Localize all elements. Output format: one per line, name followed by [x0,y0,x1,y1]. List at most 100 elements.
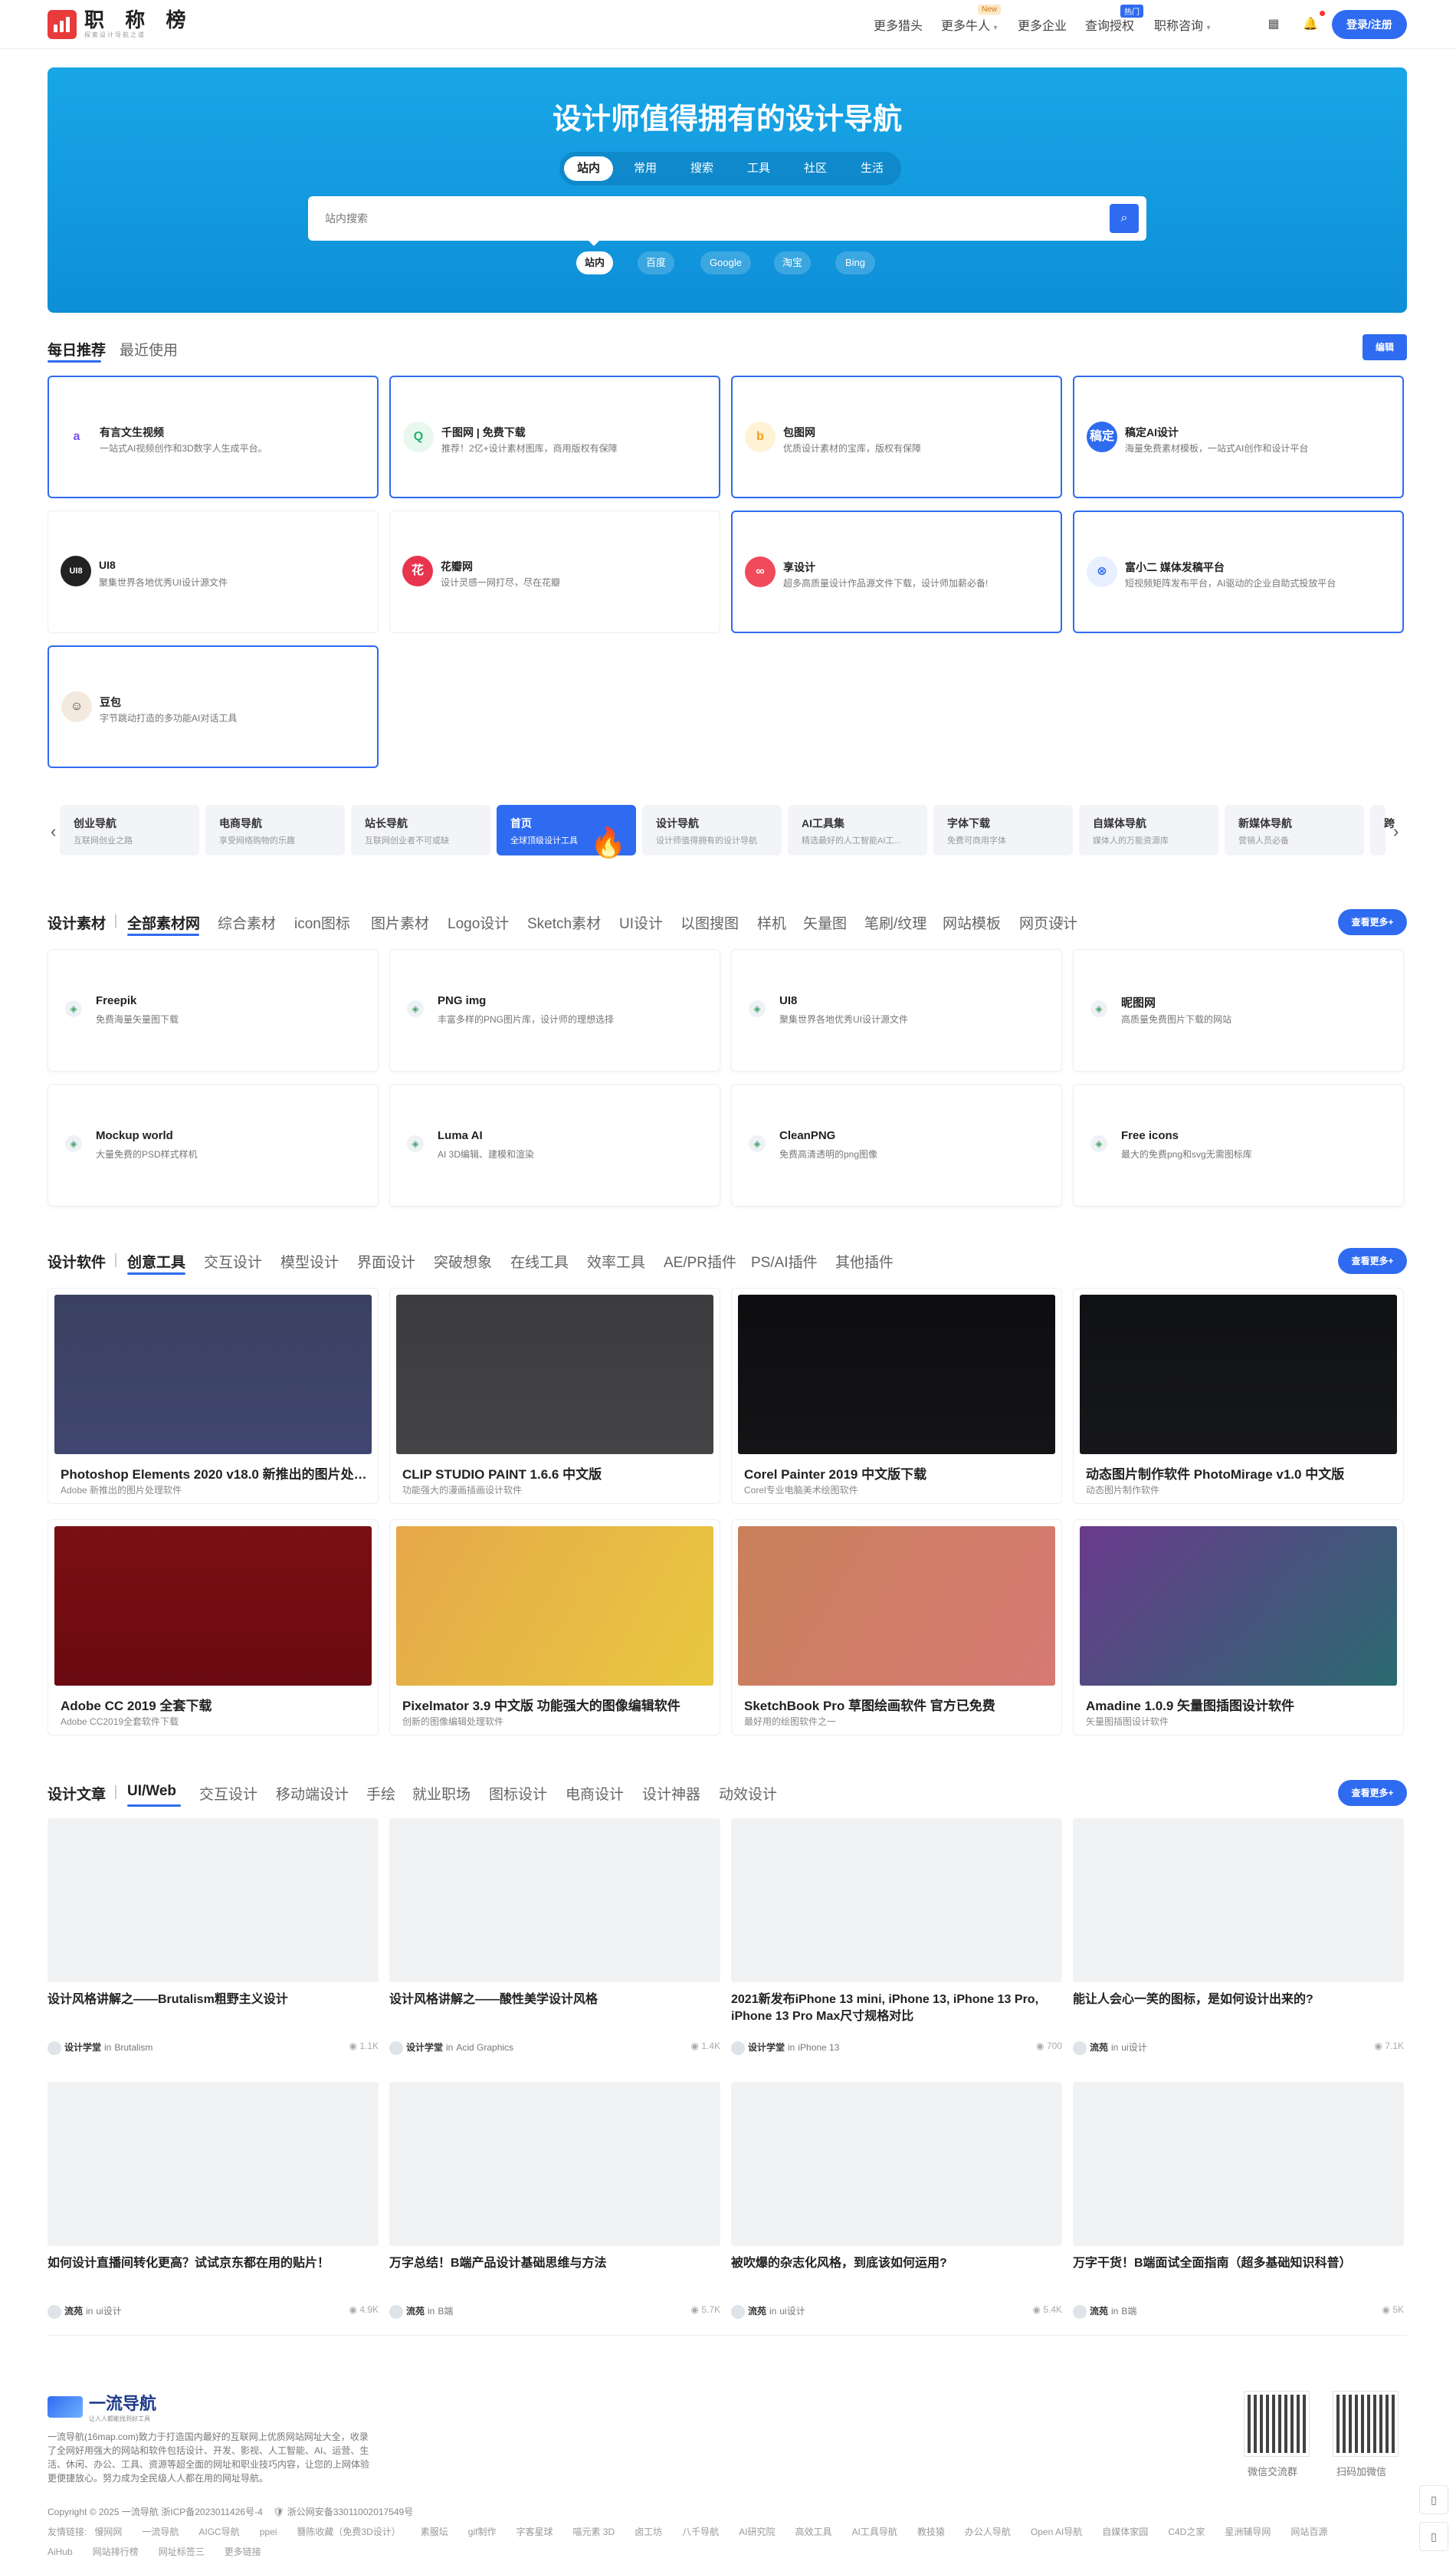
article-author[interactable]: 流苑 [64,2306,83,2317]
nav-more-talents[interactable]: 更多牛人 ▾ [941,15,998,34]
section-tab[interactable]: 就业职场 [412,1783,471,1804]
article-category[interactable]: ui设计 [96,2306,121,2317]
nav-strip-item[interactable]: 字体下载 免费可商用字体 [933,805,1073,855]
article-card[interactable]: 如何设计直播间转化更高？试试京东都在用的贴片！ 流苑 in ui设计 ◉ 4.9K [48,2082,379,2320]
friend-link[interactable]: 网址标签三 [159,2542,205,2562]
section-tab[interactable]: 综合素材 [218,912,276,933]
section-tab[interactable]: 移动端设计 [276,1783,349,1804]
section-tab[interactable]: Logo设计 [448,912,509,933]
friend-link[interactable]: AI研究院 [739,2522,775,2542]
section-tab[interactable]: 图标设计 [489,1783,547,1804]
friend-link[interactable]: AIGC导航 [198,2522,239,2542]
article-card[interactable]: 万字总结！B端产品设计基础思维与方法 流苑 in B端 ◉ 5.7K [389,2082,720,2320]
section-tab[interactable]: 设计神器 [642,1783,700,1804]
section-tab[interactable]: 矢量图 [803,912,847,933]
material-card[interactable]: ◈ Free icons 最大的免费png和svg无需图标库 [1073,1084,1404,1207]
nav-strip-item[interactable]: 创业导航 互联网创业之路 [60,805,199,855]
article-author[interactable]: 设计学堂 [64,2042,101,2053]
nav-title-consult[interactable]: 职称咨询 ▾ [1154,15,1211,34]
tab-daily-recommend[interactable]: 每日推荐 [48,339,106,360]
section-tab[interactable]: 在线工具 [510,1251,569,1272]
recommend-card[interactable]: 花花瓣网 设计灵感一网打尽，尽在花瓣 [389,511,720,633]
search-button[interactable]: ⌕ [1110,204,1139,233]
nav-strip-item[interactable]: 跨 [1370,805,1395,855]
section-tab[interactable]: 交互设计 [199,1783,257,1804]
section-tab[interactable]: 笔刷/纹理 [864,912,926,933]
friend-link[interactable]: 一流导航 [142,2522,179,2542]
articles-more-button[interactable]: 查看更多+ [1338,1780,1407,1806]
article-author[interactable]: 流苑 [1090,2306,1108,2317]
tab-search[interactable]: 搜索 [677,156,726,181]
engine-bing[interactable]: Bing [835,251,875,274]
nav-strip-item[interactable]: AI工具集 精选最好的人工智能AI工... [788,805,927,855]
material-card[interactable]: ◈ Luma AI AI 3D编辑、建模和渲染 [389,1084,720,1207]
tab-life[interactable]: 生活 [848,156,897,181]
friend-link[interactable]: 簪陈收藏（免费3D设计） [297,2522,400,2542]
article-card[interactable]: 万字干货！B端面试全面指南（超多基础知识科普） 流苑 in B端 ◉ 5K [1073,2082,1404,2320]
software-card[interactable]: CLIP STUDIO PAINT 1.6.6 中文版 功能强大的漫画插画设计软件 [389,1288,720,1504]
friend-link[interactable]: 自媒体家园 [1102,2522,1148,2542]
section-tab[interactable]: 动效设计 [719,1783,777,1804]
section-tab[interactable]: 其他插件 [835,1251,894,1272]
friend-link[interactable]: 星洲辅导网 [1225,2522,1271,2542]
nav-strip-item[interactable]: 站长导航 互联网创业者不可或缺 [351,805,490,855]
article-author[interactable]: 流苑 [748,2306,766,2317]
recommend-card[interactable]: ⊗ 富小二 媒体发稿平台 短视频矩阵发布平台，AI驱动的企业自助式投放平台 [1073,511,1404,633]
nav-query-auth[interactable]: 查询授权 [1085,15,1134,34]
section-tab[interactable]: icon图标 [294,912,350,933]
feedback-icon[interactable]: ▯ [1419,2485,1448,2514]
software-card[interactable]: Amadine 1.0.9 矢量图插图设计软件 矢量图插图设计软件 [1073,1519,1404,1735]
nav-strip-item[interactable]: 自媒体导航 媒体人的万能资源库 [1079,805,1218,855]
tab-tools[interactable]: 工具 [734,156,783,181]
engine-site[interactable]: 站内 [576,251,613,274]
friend-link[interactable]: 卤工坊 [635,2522,662,2542]
article-author[interactable]: 设计学堂 [406,2042,443,2053]
section-tab[interactable]: 图片素材 [371,912,429,933]
friend-link[interactable]: AiHub [48,2542,73,2562]
section-tab[interactable]: AE/PR插件 [664,1251,736,1272]
software-card[interactable]: Corel Painter 2019 中文版下载 Corel专业电脑美术绘图软件 [731,1288,1062,1504]
friend-link[interactable]: 更多链接 [225,2542,261,2562]
friend-link[interactable]: 网站百源 [1290,2522,1327,2542]
article-card[interactable]: 被吹爆的杂志化风格，到底该如何运用? 流苑 in ui设计 ◉ 5.4K [731,2082,1062,2320]
article-card[interactable]: 能让人会心一笑的图标，是如何设计出来的? 流苑 in ui设计 ◉ 7.1K [1073,1818,1404,2056]
article-category[interactable]: iPhone 13 [798,2042,839,2053]
police-record[interactable]: 浙公网安备33011002017549号 [287,2507,414,2517]
article-author[interactable]: 流苑 [406,2306,425,2317]
article-author[interactable]: 设计学堂 [748,2042,785,2053]
article-category[interactable]: Acid Graphics [456,2042,513,2053]
footer-logo[interactable]: 一流导航 让人人都能找到好工具 [48,2390,156,2423]
section-tab[interactable]: 电商设计 [566,1783,624,1804]
material-card[interactable]: ◈ Freepik 免费海量矢量图下载 [48,949,379,1072]
grid-apps-icon[interactable]: ▦ [1266,17,1281,32]
friend-link[interactable]: 素服坛 [421,2522,448,2542]
recommend-card[interactable]: a 有言文生视频 一站式AI视频创作和3D数字人生成平台。 [48,376,379,498]
software-card[interactable]: 动态图片制作软件 PhotoMirage v1.0 中文版 动态图片制作软件 [1073,1288,1404,1504]
article-card[interactable]: 设计风格讲解之——Brutalism粗野主义设计 设计学堂 in Brutalism ◉… [48,1818,379,2056]
recommend-card[interactable]: ∞ 享设计 超多高质量设计作品源文件下载，设计师加薪必备! [731,511,1062,633]
recommend-card[interactable]: ☺ 豆包 字节跳动打造的多功能AI对话工具 [48,645,379,768]
section-tab[interactable]: 交互设计 [204,1251,262,1272]
section-tab[interactable]: UI/Web [127,1783,176,1800]
software-card[interactable]: Adobe CC 2019 全套下载 Adobe CC2019全套软件下载 [48,1519,379,1735]
software-card[interactable]: Pixelmator 3.9 中文版 功能强大的图像编辑软件 创新的图像编辑处理软… [389,1519,720,1735]
engine-baidu[interactable]: 百度 [638,251,674,274]
friend-link[interactable]: C4D之家 [1168,2522,1205,2542]
section-tab[interactable]: 全部素材网 [127,912,200,933]
friend-link[interactable]: 高效工具 [795,2522,832,2542]
section-tab[interactable]: 突破想象 [434,1251,492,1272]
recommend-card[interactable]: b 包图网 优质设计素材的宝库，版权有保障 [731,376,1062,498]
tab-community[interactable]: 社区 [791,156,840,181]
friend-link[interactable]: 教技猿 [917,2522,945,2542]
article-category[interactable]: B端 [1121,2306,1136,2317]
tab-site[interactable]: 站内 [564,156,613,181]
material-card[interactable]: ◈ 昵图网 高质量免费图片下载的网站 [1073,949,1404,1072]
recommend-card[interactable]: 稿定 稿定AI设计 海量免费素材模板，一站式AI创作和设计平台 [1073,376,1404,498]
strip-next-icon[interactable]: › [1393,822,1399,842]
nav-more-headhunters[interactable]: 更多猎头 [874,15,923,34]
material-card[interactable]: ◈ Mockup world 大量免费的PSD样式样机 [48,1084,379,1207]
friend-link[interactable]: AI工具导航 [852,2522,897,2542]
section-tab[interactable]: 样机 [757,912,786,933]
material-card[interactable]: ◈ CleanPNG 免费高清透明的png图像 [731,1084,1062,1207]
recommend-card[interactable]: UI8 UI8 聚集世界各地优秀UI设计源文件 [48,511,379,633]
